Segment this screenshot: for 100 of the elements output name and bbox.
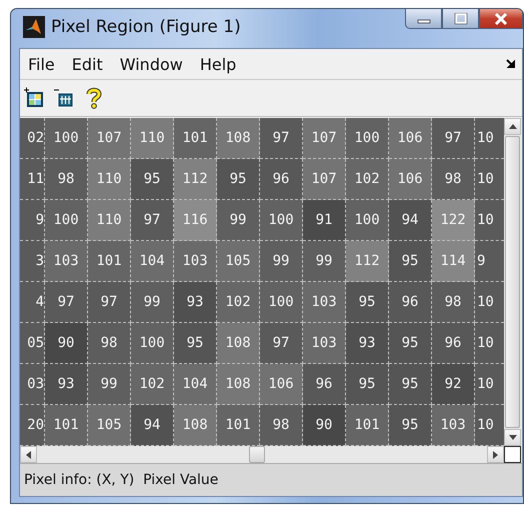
pixel-value-cell: 91 bbox=[303, 200, 346, 241]
pixel-value-cell: 112 bbox=[346, 241, 389, 282]
pixel-value-cell: 108 bbox=[174, 405, 217, 446]
pixel-value-cell: 106 bbox=[389, 118, 432, 159]
pixel-value-cell: 104 bbox=[131, 241, 174, 282]
pixel-value-cell: 95 bbox=[389, 364, 432, 405]
left-arrow-icon bbox=[26, 450, 31, 458]
menu-item[interactable]: Help bbox=[200, 54, 236, 74]
menu-item[interactable]: File bbox=[28, 54, 55, 74]
pixel-value-cell: 10 bbox=[475, 323, 504, 364]
pixel-value-cell: 110 bbox=[131, 118, 174, 159]
pixel-value-cell: 97 bbox=[45, 282, 88, 323]
pixel-value-cell: 20 bbox=[20, 405, 45, 446]
pixel-value-cell: 100 bbox=[45, 200, 88, 241]
pixel-value-cell: 03 bbox=[20, 364, 45, 405]
status-text: Pixel info: (X, Y) Pixel Value bbox=[20, 463, 522, 496]
window-title: Pixel Region (Figure 1) bbox=[51, 16, 241, 36]
pixel-value-cell: 10 bbox=[475, 118, 504, 159]
pixel-value-cell: 9 bbox=[475, 241, 504, 282]
pixel-value-cell: 114 bbox=[432, 241, 475, 282]
pixel-value-cell: 95 bbox=[346, 364, 389, 405]
zoom-out-grid-icon[interactable] bbox=[53, 87, 75, 109]
pixel-value-cell: 96 bbox=[260, 159, 303, 200]
pixel-value-cell: 05 bbox=[20, 323, 45, 364]
pixel-value-cell: 102 bbox=[217, 282, 260, 323]
pixel-value-cell: 112 bbox=[174, 159, 217, 200]
pixel-value-cell: 10 bbox=[475, 405, 504, 446]
scroll-right-button[interactable] bbox=[487, 446, 504, 463]
pixel-value-cell: 98 bbox=[88, 323, 131, 364]
pixel-value-cell: 97 bbox=[131, 200, 174, 241]
dock-arrow-icon[interactable] bbox=[506, 59, 516, 69]
pixel-value-cell: 99 bbox=[88, 364, 131, 405]
pixel-value-cell: 96 bbox=[389, 282, 432, 323]
minimize-button[interactable] bbox=[405, 9, 442, 29]
pixel-value-cell: 105 bbox=[88, 405, 131, 446]
pixel-value-cell: 95 bbox=[217, 159, 260, 200]
pixel-value-cell: 92 bbox=[432, 364, 475, 405]
pixel-value-cell: 102 bbox=[346, 159, 389, 200]
pixel-value-cell: 95 bbox=[131, 159, 174, 200]
menu-item[interactable]: Window bbox=[120, 54, 183, 74]
pixel-value-cell: 101 bbox=[174, 118, 217, 159]
scroll-down-button[interactable] bbox=[504, 429, 521, 446]
pixel-value-cell: 95 bbox=[174, 323, 217, 364]
pixel-value-cell: 101 bbox=[45, 405, 88, 446]
pixel-value-cell: 104 bbox=[174, 364, 217, 405]
pixel-value-cell: 94 bbox=[131, 405, 174, 446]
maximize-button[interactable] bbox=[442, 9, 479, 29]
down-arrow-icon bbox=[508, 435, 516, 440]
pixel-value-cell: 10 bbox=[475, 159, 504, 200]
pixel-value-cell: 122 bbox=[432, 200, 475, 241]
scroll-up-button[interactable] bbox=[504, 118, 521, 135]
pixel-value-cell: 98 bbox=[432, 159, 475, 200]
pixel-value-cell: 95 bbox=[389, 405, 432, 446]
pixel-value-cell: 100 bbox=[260, 282, 303, 323]
pixel-value-cell: 97 bbox=[432, 118, 475, 159]
pixel-value-cell: 99 bbox=[217, 200, 260, 241]
maximize-icon bbox=[454, 12, 468, 24]
pixel-value-cell: 96 bbox=[303, 364, 346, 405]
pixel-value-cell: 103 bbox=[174, 241, 217, 282]
pixel-value-cell: 99 bbox=[303, 241, 346, 282]
vertical-scrollbar[interactable] bbox=[504, 118, 521, 446]
pixel-value-cell: 103 bbox=[303, 323, 346, 364]
menu-item[interactable]: Edit bbox=[72, 54, 103, 74]
pixel-value-cell: 110 bbox=[88, 200, 131, 241]
pixel-value-cell: 102 bbox=[131, 364, 174, 405]
pixel-value-cell: 96 bbox=[432, 323, 475, 364]
pixel-value-cell: 110 bbox=[88, 159, 131, 200]
pixel-value-cell: 10 bbox=[475, 364, 504, 405]
pixel-value-cell: 100 bbox=[260, 200, 303, 241]
pixel-value-cell: 103 bbox=[45, 241, 88, 282]
zoom-in-grid-icon[interactable] bbox=[23, 87, 45, 109]
pixel-value-cell: 108 bbox=[217, 364, 260, 405]
pixel-value-cell: 100 bbox=[45, 118, 88, 159]
close-icon bbox=[494, 12, 508, 24]
scroll-left-button[interactable] bbox=[20, 446, 37, 463]
scroll-thumb[interactable] bbox=[249, 446, 265, 463]
pixel-value-cell: 95 bbox=[346, 282, 389, 323]
pixel-value-cell: 02 bbox=[20, 118, 45, 159]
pixel-value-cell: 100 bbox=[346, 200, 389, 241]
pixel-value-cell: 95 bbox=[389, 323, 432, 364]
pixel-value-cell: 105 bbox=[217, 241, 260, 282]
close-button[interactable] bbox=[479, 9, 523, 29]
pixel-value-cell: 108 bbox=[217, 323, 260, 364]
pixel-value-cell: 93 bbox=[45, 364, 88, 405]
horizontal-scrollbar[interactable] bbox=[20, 446, 504, 463]
pixel-value-cell: 108 bbox=[217, 118, 260, 159]
pixel-value-cell: 98 bbox=[45, 159, 88, 200]
pixel-value-cell: 103 bbox=[303, 282, 346, 323]
pixel-value-cell: 103 bbox=[432, 405, 475, 446]
pixel-value-cell: 101 bbox=[217, 405, 260, 446]
pixel-value-cell: 99 bbox=[260, 241, 303, 282]
pixel-value-cell: 10 bbox=[475, 282, 504, 323]
pixel-value-cell: 9 bbox=[20, 200, 45, 241]
pixel-value-cell: 95 bbox=[389, 241, 432, 282]
pixel-value-cell: 93 bbox=[346, 323, 389, 364]
pixel-value-cell: 94 bbox=[389, 200, 432, 241]
pixel-value-cell: 101 bbox=[346, 405, 389, 446]
pixel-value-cell: 90 bbox=[45, 323, 88, 364]
scroll-thumb[interactable] bbox=[505, 136, 520, 428]
pixel-value-cell: 97 bbox=[260, 323, 303, 364]
